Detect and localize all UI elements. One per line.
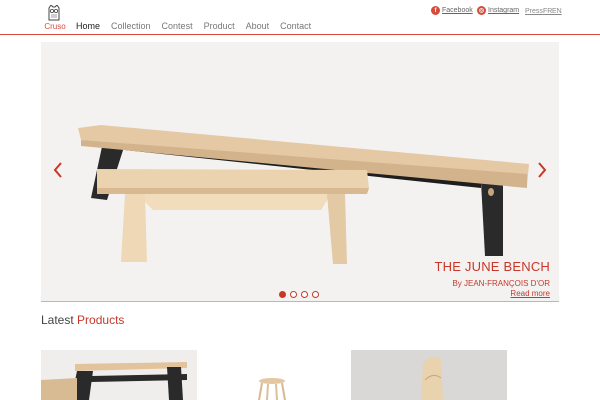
facebook-label: Facebook xyxy=(442,7,473,14)
product-image-bench xyxy=(41,350,197,400)
logo-text: Cruso xyxy=(44,22,66,31)
instagram-label: Instagram xyxy=(488,7,520,14)
facebook-icon: f xyxy=(431,6,440,15)
nav-contest[interactable]: Contest xyxy=(162,20,193,32)
slide-dot-1[interactable] xyxy=(279,291,286,298)
heading-word-products: Products xyxy=(77,313,125,327)
slide-dot-2[interactable] xyxy=(290,291,297,298)
site-header: Cruso Home Collection Contest Product Ab… xyxy=(0,0,600,35)
latest-products-heading: Latest Products xyxy=(41,312,124,328)
lang-en-link[interactable]: EN xyxy=(552,8,562,15)
hero-slider: THE JUNE BENCH By JEAN-FRANÇOIS D'OR Rea… xyxy=(41,42,559,302)
slider-pagination xyxy=(279,291,323,298)
nav-collection[interactable]: Collection xyxy=(111,20,151,32)
chevron-left-icon[interactable] xyxy=(51,160,65,180)
slide-dot-3[interactable] xyxy=(301,291,308,298)
facebook-link[interactable]: f Facebook xyxy=(431,6,473,15)
press-link[interactable]: Press xyxy=(525,8,543,15)
nav-product[interactable]: Product xyxy=(204,20,235,32)
slide-byline: By JEAN-FRANÇOIS D'OR xyxy=(452,279,550,288)
slide-title: THE JUNE BENCH xyxy=(434,259,550,274)
lang-fr-link[interactable]: FR xyxy=(543,8,552,15)
nav-about[interactable]: About xyxy=(246,20,270,32)
owl-logo-icon xyxy=(48,5,60,21)
product-image-chair xyxy=(351,350,507,400)
slide-caption: THE JUNE BENCH By JEAN-FRANÇOIS D'OR Rea… xyxy=(435,259,550,299)
read-more-link[interactable]: Read more xyxy=(435,289,550,299)
logo[interactable]: Cruso xyxy=(42,5,68,33)
heading-word-latest: Latest xyxy=(41,313,74,327)
instagram-link[interactable]: ◎ Instagram xyxy=(477,6,519,15)
nav-contact[interactable]: Contact xyxy=(280,20,311,32)
product-thumb-3[interactable] xyxy=(351,350,507,400)
chevron-right-icon[interactable] xyxy=(535,160,549,180)
product-thumb-1[interactable] xyxy=(41,350,197,400)
nav-home[interactable]: Home xyxy=(76,20,100,32)
slide-dot-4[interactable] xyxy=(312,291,319,298)
main-nav: Home Collection Contest Product About Co… xyxy=(76,20,322,32)
product-thumb-2[interactable] xyxy=(232,350,312,400)
instagram-icon: ◎ xyxy=(477,6,486,15)
product-image-stool xyxy=(232,350,312,400)
